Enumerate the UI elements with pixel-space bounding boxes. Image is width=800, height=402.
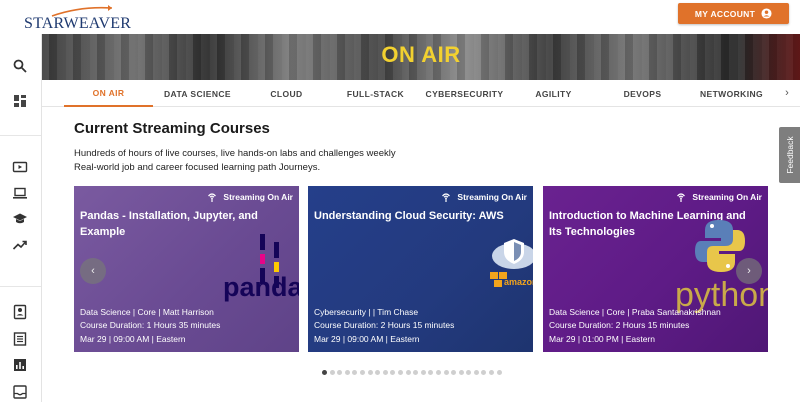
broadcast-icon	[208, 193, 217, 202]
carousel-dot[interactable]	[481, 370, 487, 375]
card-meta: Course Duration: 2 Hours 15 minutes	[314, 320, 455, 330]
starweaver-logo[interactable]: STARWEAVER	[10, 2, 131, 32]
card-meta: Cybersecurity | | Tim Chase	[314, 307, 419, 317]
carousel-dot[interactable]	[405, 370, 411, 375]
carousel-dot[interactable]	[375, 370, 381, 375]
carousel-dot[interactable]	[382, 370, 388, 375]
top-header: STARWEAVER MY ACCOUNT	[0, 0, 800, 34]
carousel-dot[interactable]	[428, 370, 434, 375]
streaming-badge: Streaming On Air	[440, 191, 527, 203]
bar-chart-icon[interactable]	[12, 357, 28, 373]
card-meta: Mar 29 | 09:00 AM | Eastern	[80, 334, 186, 344]
card-meta: Course Duration: 1 Hours 35 minutes	[80, 320, 221, 330]
course-card-pandas[interactable]: Streaming On Air Pandas - Installation, …	[74, 186, 299, 352]
tab-data-science[interactable]: DATA SCIENCE	[153, 80, 242, 107]
carousel-dot[interactable]	[329, 370, 335, 375]
banner-title: ON AIR	[381, 42, 461, 67]
carousel-dot[interactable]	[466, 370, 472, 375]
logo-text: STARWEAVER	[24, 15, 132, 32]
carousel-dots	[322, 370, 502, 375]
pandas-wordmark: pandas	[223, 272, 299, 302]
tab-cybersecurity[interactable]: CYBERSECURITY	[420, 80, 509, 107]
contact-card-icon[interactable]	[12, 304, 28, 320]
carousel-dot[interactable]	[420, 370, 426, 375]
laptop-icon[interactable]	[12, 185, 28, 201]
carousel-dot[interactable]	[367, 370, 373, 375]
course-card-aws-security[interactable]: Streaming On Air Understanding Cloud Sec…	[308, 186, 533, 352]
school-icon[interactable]	[12, 211, 28, 227]
account-circle-icon	[761, 8, 772, 19]
carousel-dot[interactable]	[413, 370, 419, 375]
carousel-dot[interactable]	[390, 370, 396, 375]
broadcast-icon	[677, 193, 686, 202]
inbox-icon[interactable]	[12, 384, 28, 400]
carousel-dot[interactable]	[352, 370, 358, 375]
category-tabs: ON AIR DATA SCIENCE CLOUD FULL-STACK CYB…	[42, 80, 800, 107]
carousel-prev-button[interactable]: ‹	[80, 258, 106, 284]
carousel-dot[interactable]	[489, 370, 495, 375]
tab-networking[interactable]: NETWORKING	[687, 80, 776, 107]
left-rail	[0, 34, 42, 402]
tab-cloud[interactable]: CLOUD	[242, 80, 331, 107]
tab-on-air[interactable]: ON AIR	[64, 80, 153, 107]
on-air-banner: ON AIR	[42, 34, 800, 80]
carousel-dot[interactable]	[443, 370, 449, 375]
streaming-badge: Streaming On Air	[675, 191, 762, 203]
course-card-machine-learning[interactable]: Streaming On Air Introduction to Machine…	[543, 186, 768, 352]
cloud-shield-icon	[490, 239, 533, 287]
card-title[interactable]: Understanding Cloud Security: AWS	[314, 208, 519, 224]
carousel-dot[interactable]	[397, 370, 403, 375]
carousel-dot[interactable]	[451, 370, 457, 375]
section-description-line: Real-world job and career focused learni…	[74, 162, 321, 173]
tabs-scroll-right-icon[interactable]: ›	[780, 86, 794, 100]
dashboard-icon[interactable]	[12, 93, 28, 109]
carousel-dot[interactable]	[322, 370, 327, 375]
my-account-label: MY ACCOUNT	[694, 8, 756, 19]
tab-full-stack[interactable]: FULL-STACK	[331, 80, 420, 107]
carousel-dot[interactable]	[473, 370, 479, 375]
broadcast-icon	[442, 193, 451, 202]
search-icon[interactable]	[12, 58, 28, 74]
tab-devops[interactable]: DEVOPS	[598, 80, 687, 107]
card-meta: Data Science | Core | Praba Santanakrish…	[549, 307, 721, 317]
streaming-badge-label: Streaming On Air	[457, 192, 527, 202]
section-title: Current Streaming Courses	[74, 120, 270, 137]
carousel-dot[interactable]	[359, 370, 365, 375]
carousel-dot[interactable]	[458, 370, 464, 375]
streaming-badge: Streaming On Air	[206, 191, 293, 203]
carousel-dot[interactable]	[496, 370, 502, 375]
card-meta: Mar 29 | 01:00 PM | Eastern	[549, 334, 655, 344]
list-icon[interactable]	[12, 331, 28, 347]
feedback-tab[interactable]: Feedback	[779, 127, 800, 183]
card-meta: Mar 29 | 09:00 AM | Eastern	[314, 334, 420, 344]
card-meta: Course Duration: 2 Hours 15 minutes	[549, 320, 690, 330]
streaming-badge-label: Streaming On Air	[692, 192, 762, 202]
carousel-dot[interactable]	[435, 370, 441, 375]
live-tv-icon[interactable]	[12, 159, 28, 175]
section-description-line: Hundreds of hours of live courses, live …	[74, 148, 396, 159]
tab-agility[interactable]: AGILITY	[509, 80, 598, 107]
rail-divider	[0, 135, 41, 136]
my-account-button[interactable]: MY ACCOUNT	[678, 3, 789, 24]
trending-up-icon[interactable]	[12, 237, 28, 253]
card-meta: Data Science | Core | Matt Harrison	[80, 307, 214, 317]
carousel-dot[interactable]	[344, 370, 350, 375]
carousel-dot[interactable]	[337, 370, 343, 375]
streaming-badge-label: Streaming On Air	[223, 192, 293, 202]
rail-divider	[0, 286, 41, 287]
feedback-label: Feedback	[784, 136, 795, 174]
carousel-next-button[interactable]: ›	[736, 258, 762, 284]
aws-wordmark: amazon web services	[504, 277, 533, 287]
